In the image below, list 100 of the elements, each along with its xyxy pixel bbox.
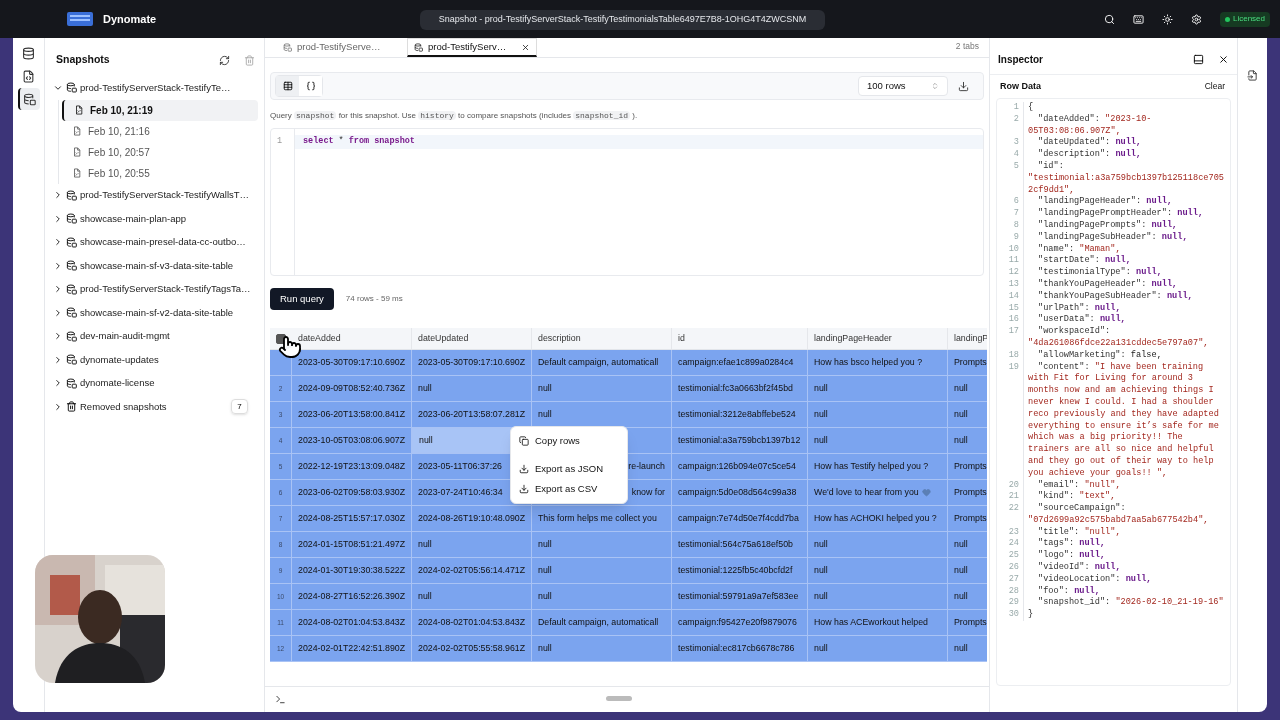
count-badge: 7 [231,399,248,415]
code-line: "thankYouPageHeader": null, [1037,278,1178,291]
table-cell-text: Prompts [954,615,987,629]
query-editor[interactable]: 1 select * from snapshot [270,128,984,276]
column-header[interactable]: landingP [954,331,987,346]
tree-item[interactable]: showcase-main-presel-data-cc-outbo… [80,235,246,250]
line-number: 3 [1012,137,1020,150]
table-cell-text: null [954,381,968,395]
resize-handle[interactable] [606,696,632,701]
tree-item[interactable]: showcase-main-plan-app [80,211,187,226]
column-header[interactable]: description [538,331,581,346]
snapshot-item[interactable]: Feb 10, 21:19 [62,99,258,121]
line-number: 10 [1007,243,1020,256]
line-number: 30 [1007,609,1020,622]
line-number: 7 [1012,208,1020,220]
panel-icon[interactable] [1193,53,1204,65]
line-number: 9 [1012,231,1020,244]
table-cell-text: 2023-10-05T03:08:06.907Z [298,433,406,447]
copy-icon [519,436,529,446]
chevron-icon[interactable] [53,401,63,412]
refresh-icon[interactable] [219,54,230,66]
download-icon[interactable] [958,80,969,92]
menu-item[interactable]: Export as CSV [511,479,627,499]
run-query-button[interactable]: Run query [270,288,334,310]
snapshot-item[interactable]: Feb 10, 21:16 [62,120,258,142]
table-cell-text: 2024-08-02T01:04:53.843Z [298,615,406,629]
tab[interactable]: prod-TestifyServe… [277,38,407,57]
line-number: 29 [1007,597,1020,610]
file-icon [72,168,82,178]
chevron-icon[interactable] [53,190,63,201]
table-cell-text: This form helps me collect you [538,511,657,525]
chevron-icon[interactable] [53,237,63,248]
line-number: 12 [1007,267,1020,279]
code-line: "logo": null, [1037,550,1106,562]
chevron-updown-icon [931,82,939,90]
column-header[interactable]: landingPageHeader [814,331,892,346]
query-hint: Query snapshot for this snapshot. Use history to compare snapshots (includes snapshot_id ). [270,110,639,122]
table-icon [66,330,77,342]
column-header[interactable]: dateUpdated [418,331,469,346]
file-icon[interactable] [1247,70,1258,81]
code-line: "startDate": null, [1037,255,1131,267]
trash-icon [66,401,77,413]
table-icon [66,354,77,366]
line-number: 23 [1007,526,1020,539]
code-line: "testimonialType": null, [1037,267,1162,279]
table-row[interactable]: 2023-05-30T09:17:10.690Z 2023-05-30T09:17:10.690Z Default campaign, automaticall campaign:efae1c899a0284c4 How has bsco helped you ? Prompts [270,350,987,376]
sun-icon[interactable] [1161,13,1173,25]
row-limit-select[interactable]: 100 rows [858,76,948,96]
table-cell-text: null [538,641,552,655]
tab[interactable]: prod-TestifyServ… [407,38,537,57]
code-line: "thankYouPageSubHeader": null, [1037,290,1193,303]
table-cell-text: null [954,563,968,577]
menu-item[interactable]: Export as JSON [511,459,627,479]
tree-item[interactable]: Removed snapshots [80,399,167,414]
tree-item[interactable]: prod-TestifyServerStack-TestifyTe… [80,80,231,95]
chevron-icon[interactable] [53,378,63,389]
tree-item[interactable]: prod-TestifyServerStack-TestifyTagsTa… [80,282,251,297]
tree-item[interactable]: dynomate-license [80,376,155,391]
chevron-icon[interactable] [53,260,63,271]
close-icon[interactable] [1218,53,1229,65]
table-icon [282,81,293,91]
chevron-icon[interactable] [53,354,63,365]
snapshot-icon[interactable] [17,88,40,110]
line-number: 13 [1007,278,1020,291]
chevron-icon[interactable] [53,284,63,295]
column-header[interactable]: id [678,331,685,346]
table-view-button[interactable] [276,76,299,96]
close-icon[interactable] [521,42,530,52]
snapshot-item[interactable]: Feb 10, 20:55 [62,162,258,184]
table-cell-text: campaign:efae1c899a0284c4 [678,355,794,369]
line-number: 20 [1007,479,1020,492]
search-icon[interactable] [1103,13,1115,25]
table-cell-text: 2023-06-20T13:58:00.841Z [298,407,406,421]
heart-icon [921,488,931,497]
tree-item[interactable]: dev-main-audit-mgmt [80,329,170,344]
tree-item[interactable]: prod-TestifyServerStack-TestifyWallsT… [80,188,250,203]
line-number: 6 [1012,196,1020,209]
line-number: 17 [1007,326,1020,338]
table-cell-text: campaign:f95427e20f9879076 [678,615,797,629]
settings-icon[interactable] [1190,13,1202,25]
code-line: "kind": "text", [1037,491,1116,503]
table-cell-text: 2023-05-30T09:17:10.690Z [298,355,406,369]
snapshot-item[interactable]: Feb 10, 20:57 [62,141,258,163]
chevron-icon[interactable] [53,331,63,342]
tree-item[interactable]: dynomate-updates [80,352,159,367]
keyboard-icon[interactable] [1132,13,1144,25]
table-cell-text: null [538,381,552,395]
line-number: 18 [1007,349,1020,362]
table-cell-text: 2024-02-02T05:56:14.471Z [418,563,526,577]
tree-item[interactable]: showcase-main-sf-v3-data-site-table [80,258,234,273]
code-line: "description": null, [1037,149,1142,161]
file-icon [74,105,84,115]
file-icon [72,147,82,157]
table-cell-text: 2023-06-20T13:58:07.281Z [418,407,526,421]
chevron-icon[interactable] [53,307,63,318]
chevron-icon[interactable] [53,213,63,224]
table-cell-text: testimonial:59791a9a7ef583ee [678,589,799,603]
tree-item[interactable]: showcase-main-sf-v2-data-site-table [80,305,234,320]
clear-button[interactable]: Clear [1202,80,1227,93]
terminal-icon[interactable] [275,694,286,705]
